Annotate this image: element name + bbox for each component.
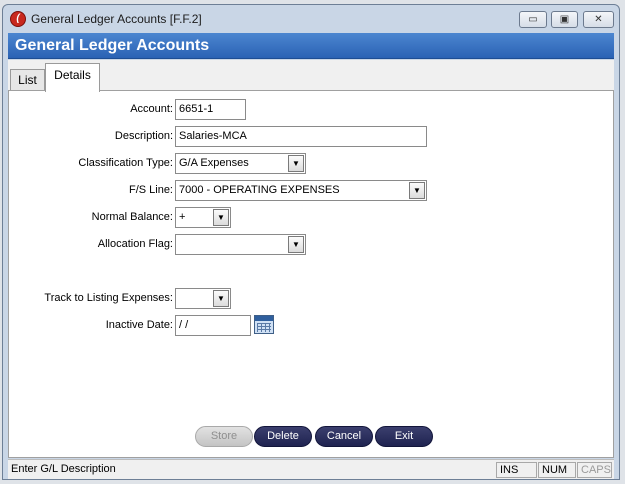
delete-button[interactable]: Delete (254, 426, 312, 447)
fs-line-value: 7000 - OPERATING EXPENSES (179, 184, 340, 196)
window-title: General Ledger Accounts [F.F.2] (31, 12, 202, 26)
caps-indicator: CAPS (577, 462, 612, 478)
num-indicator: NUM (538, 462, 576, 478)
account-field[interactable]: 6651-1 (175, 99, 246, 120)
classification-type-label: Classification Type: (78, 157, 173, 169)
calendar-icon[interactable] (254, 315, 274, 334)
cancel-button[interactable]: Cancel (315, 426, 373, 447)
status-message: Enter G/L Description (11, 463, 116, 475)
classification-type-select[interactable]: G/A Expenses ▼ (175, 153, 306, 174)
normal-balance-label: Normal Balance: (91, 211, 173, 223)
tab-strip: List Details (8, 60, 614, 92)
tab-details[interactable]: Details (45, 63, 100, 92)
allocation-flag-select[interactable]: ▼ (175, 234, 306, 255)
fs-line-label: F/S Line: (128, 184, 173, 196)
exit-button[interactable]: Exit (375, 426, 433, 447)
inactive-date-field[interactable]: / / (175, 315, 251, 336)
inactive-date-label: Inactive Date: (105, 319, 173, 331)
maximize-button[interactable]: ▣ (551, 11, 578, 28)
status-bar: Enter G/L Description INS NUM CAPS (8, 459, 614, 479)
title-bar[interactable]: ( General Ledger Accounts [F.F.2] ▭ ▣ ✕ (3, 5, 619, 31)
app-logo-icon: ( (10, 11, 26, 27)
store-button[interactable]: Store (195, 426, 253, 447)
normal-balance-value: + (179, 211, 186, 223)
description-field[interactable]: Salaries-MCA (175, 126, 427, 147)
chevron-down-icon[interactable]: ▼ (288, 236, 304, 253)
app-window: ( General Ledger Accounts [F.F.2] ▭ ▣ ✕ … (2, 4, 620, 480)
chevron-down-icon[interactable]: ▼ (288, 155, 304, 172)
account-label: Account: (130, 103, 173, 115)
chevron-down-icon[interactable]: ▼ (213, 209, 229, 226)
allocation-flag-label: Allocation Flag: (97, 238, 173, 250)
normal-balance-select[interactable]: + ▼ (175, 207, 231, 228)
minimize-button[interactable]: ▭ (519, 11, 547, 28)
fs-line-select[interactable]: 7000 - OPERATING EXPENSES ▼ (175, 180, 427, 201)
ins-indicator: INS (496, 462, 537, 478)
track-listing-label: Track to Listing Expenses: (44, 292, 173, 304)
details-panel: Account: 6651-1 Description: Salaries-MC… (8, 90, 614, 458)
close-button[interactable]: ✕ (583, 11, 614, 28)
page-title: General Ledger Accounts (15, 37, 210, 54)
description-label: Description: (114, 130, 173, 142)
page-header: General Ledger Accounts (8, 33, 614, 59)
chevron-down-icon[interactable]: ▼ (409, 182, 425, 199)
classification-type-value: G/A Expenses (179, 157, 249, 169)
tab-list[interactable]: List (10, 69, 45, 91)
track-listing-select[interactable]: ▼ (175, 288, 231, 309)
chevron-down-icon[interactable]: ▼ (213, 290, 229, 307)
